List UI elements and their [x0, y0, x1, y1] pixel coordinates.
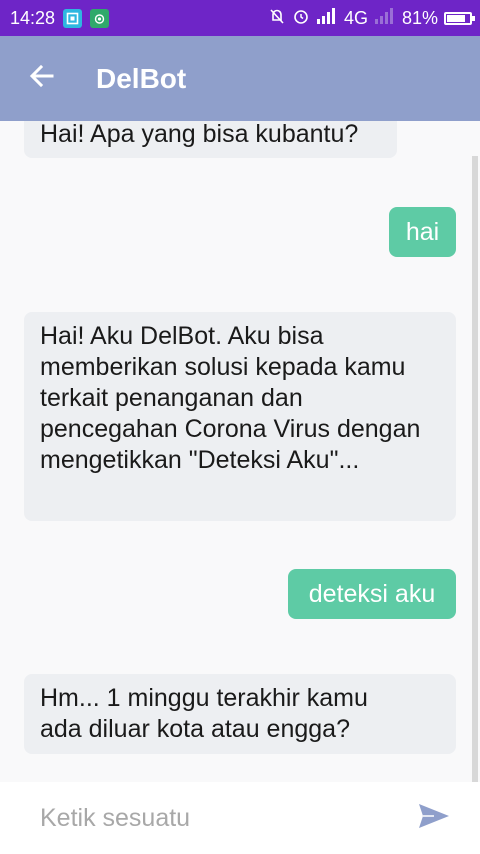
message-text: Hai! Apa yang bisa kubantu?: [40, 121, 359, 148]
signal-strength-secondary-icon: [374, 7, 396, 29]
alarm-icon: [292, 7, 310, 30]
user-message: hai: [389, 207, 456, 257]
message-text: hai: [405, 218, 440, 246]
message-text: deteksi aku: [308, 580, 436, 608]
message-text: Hm... 1 minggu terakhir kamu ada diluar …: [40, 684, 368, 743]
user-message: deteksi aku: [288, 569, 456, 619]
back-button[interactable]: [14, 51, 70, 107]
battery-percent: 81%: [401, 7, 438, 28]
bot-message: Hai! Aku DelBot. Aku bisa memberikan sol…: [24, 312, 456, 521]
chat-messages[interactable]: Hai! Apa yang bisa kubantu? hai Hai! Aku…: [0, 121, 480, 781]
screenshot-app-icon: [63, 8, 83, 28]
battery-fill: [447, 14, 465, 22]
message-input[interactable]: [40, 803, 400, 833]
composer-bar: [0, 782, 480, 854]
bot-message: Hm... 1 minggu terakhir kamu ada diluar …: [24, 674, 456, 754]
send-button[interactable]: [414, 802, 454, 834]
status-time: 14:28: [10, 7, 56, 28]
bot-message: Hai! Apa yang bisa kubantu?: [24, 121, 397, 158]
signal-strength-icon: [316, 7, 338, 29]
app-title: DelBot: [96, 62, 187, 94]
message-text: Hai! Aku DelBot. Aku bisa memberikan sol…: [40, 322, 421, 474]
mute-icon: [268, 7, 286, 30]
hotspot-app-icon: [90, 8, 110, 28]
chat-scrollbar[interactable]: [472, 156, 478, 782]
arrow-back-icon: [28, 62, 56, 95]
send-icon: [416, 801, 452, 836]
app-bar: DelBot: [0, 36, 480, 121]
status-bar: 14:28 4G 81%: [0, 0, 480, 36]
network-type-label: 4G: [343, 7, 368, 28]
battery-icon: [444, 11, 475, 25]
